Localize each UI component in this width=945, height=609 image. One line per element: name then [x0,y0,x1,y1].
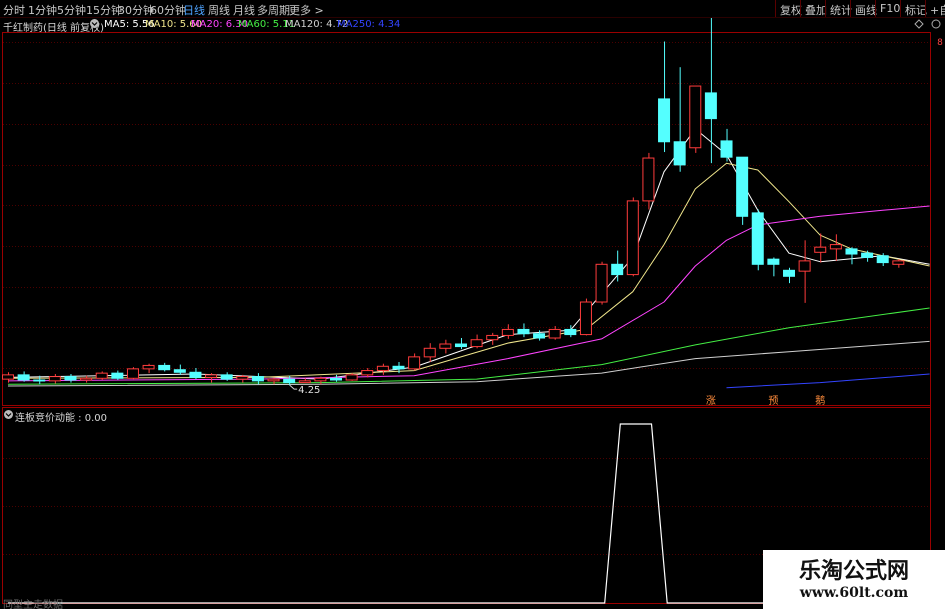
period-tab-3[interactable]: 15分钟 [86,2,122,18]
watermark-title: 乐淘公式网 [798,559,909,584]
main-chart-grid [3,42,930,369]
candle-35 [548,326,561,340]
candle-29 [454,338,467,350]
moving-average-lines [7,128,930,389]
candle-37 [579,298,592,336]
candle-18 [283,375,296,386]
candle-46 [720,128,733,162]
period-tab-4[interactable]: 30分钟 [118,2,154,18]
candle-30 [470,334,483,349]
candle-11 [173,364,186,375]
signal-marker-1: 预 [768,395,778,407]
chart-canvas[interactable]: 8.624.25 涨 预 鹅 8 [0,0,945,609]
candle-27 [423,343,436,363]
main-chart-border [2,32,931,406]
candlestick-series [2,7,905,386]
candle-7 [111,370,124,381]
candle-5 [80,375,93,383]
indicator-label: 连板竞价动能 : 0.00 [15,413,107,424]
price-annotations: 8.624.25 [289,2,742,396]
candle-26 [408,353,421,371]
indicator-settings-icon[interactable] [3,409,14,423]
candle-36 [564,325,577,338]
candle-57 [892,259,905,268]
candle-50 [783,267,795,284]
candle-54 [845,247,858,265]
bottom-note: 同型主走数据 [3,600,63,609]
candle-52 [814,233,827,263]
indicator-chart-grid [3,458,930,555]
candle-8 [126,367,139,380]
period-tab-6[interactable]: 日线 [183,2,205,18]
toolbar-button-6[interactable]: +自 [925,0,945,17]
period-tab-10[interactable]: 更多 > [289,2,324,18]
candle-44 [689,85,702,153]
candle-14 [220,372,233,381]
candle-43 [673,67,686,172]
period-tab-7[interactable]: 周线 [208,2,230,18]
candle-28 [439,339,452,354]
candle-13 [205,373,218,383]
candle-51 [798,240,811,303]
candle-42 [658,41,671,153]
candle-24 [376,363,389,375]
candle-1 [17,371,30,382]
candle-41 [642,152,655,210]
candle-21 [330,374,343,382]
ma-line-ma5 [7,128,930,380]
candle-48 [751,209,764,271]
candle-3 [48,374,61,384]
candle-55 [861,250,874,262]
watermark-badge: 乐淘公式网 www.60lt.com [763,550,945,609]
candle-33 [517,323,530,338]
period-tab-2[interactable]: 5分钟 [57,2,86,18]
candle-39 [611,250,624,282]
candle-31 [486,332,499,345]
low-price-label: 4.25 [298,385,320,396]
period-tab-8[interactable]: 月线 [233,2,255,18]
watermark-url: www.60lt.com [799,585,909,601]
right-axis-label: 8 [937,38,943,48]
main-legend: 千红制药(日线 前复权) MA5: 5.56 MA10: 5.60 MA20: 6.… [0,18,945,34]
candle-23 [361,368,374,378]
candle-40 [626,197,639,277]
candle-32 [501,324,514,339]
period-tab-9[interactable]: 多周期 [257,2,290,18]
candle-10 [158,362,171,372]
candle-12 [189,368,202,380]
legend-settings-icon[interactable] [89,18,100,32]
period-toolbar: 分时 1分钟 5分钟 15分钟 30分钟 60分钟 日线 周线 月线 多周期 更多 > 复权 叠加 统计画… [0,0,945,18]
ma-line-ma250 [726,373,930,389]
candle-4 [64,374,77,383]
candle-49 [767,257,780,277]
ma-legend-item-5: MA250: 4.34 [337,19,401,30]
candle-6 [95,371,108,381]
low-price-pointer [289,384,298,390]
period-tab-1[interactable]: 1分钟 [28,2,57,18]
ma-line-ma60 [7,307,930,385]
signal-marker-2: 鹅 [815,394,825,407]
candle-47 [736,156,749,225]
period-tab-0[interactable]: 分时 [3,2,25,18]
candle-9 [142,363,155,374]
candle-38 [595,261,608,305]
signal-marker-0: 涨 [706,395,716,407]
candle-53 [829,234,842,261]
period-tab-5[interactable]: 60分钟 [150,2,186,18]
